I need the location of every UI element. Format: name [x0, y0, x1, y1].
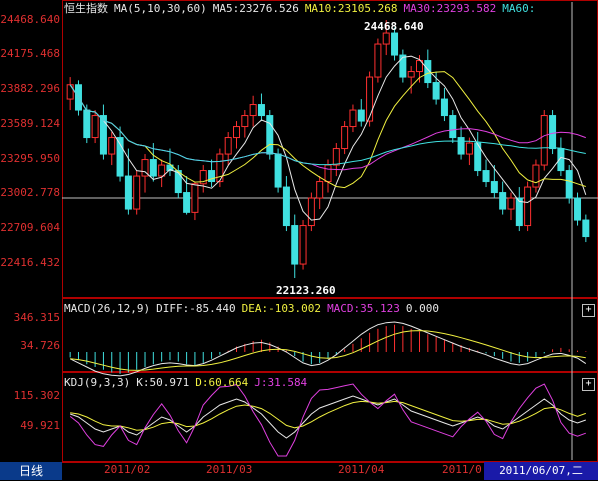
candle-body: [374, 43, 382, 78]
candle-body: [282, 186, 290, 227]
kdj-legend: KDJ(9,3,3) K:50.971 D:60.664 J:31.584: [64, 376, 313, 389]
candle-body: [524, 186, 532, 227]
candle-body: [274, 153, 282, 188]
candle-body: [582, 219, 590, 238]
date-tick-apr: 2011/04: [338, 463, 385, 476]
candle-body: [465, 142, 473, 155]
high-label: 24468.640: [364, 20, 424, 33]
candle-body: [124, 175, 132, 210]
kdj-k: K:50.971: [136, 376, 190, 389]
ma60-line: [69, 84, 586, 166]
macd-dea: DEA:-103.002: [241, 302, 322, 315]
kdj-y-tick-1: 115.302: [13, 389, 60, 402]
candle-body: [399, 54, 407, 78]
macd-zero: 0.000: [405, 302, 440, 315]
candle-body: [457, 137, 465, 155]
kdj-j-line: [69, 383, 586, 457]
y-tick-5: 23295.950: [0, 152, 60, 165]
candle-body: [574, 197, 582, 221]
ma30-value: MA30:23293.582: [403, 2, 497, 15]
macd-legend: MACD(26,12,9) DIFF:-85.440 DEA:-103.002 MAC…: [64, 302, 445, 315]
candle-body: [149, 159, 157, 177]
candle-body: [499, 192, 507, 210]
macd-y-tick-2: 34.726: [20, 339, 60, 352]
candle-body: [540, 115, 548, 166]
candle-body: [266, 115, 274, 155]
candle-body: [565, 170, 573, 199]
candle-body: [66, 84, 74, 100]
candle-body: [158, 164, 166, 177]
y-tick-8: 22416.432: [0, 256, 60, 269]
cursor-date-label: 2011/06/07,二: [484, 462, 598, 480]
macd-params: MACD(26,12,9): [64, 302, 151, 315]
kdj-expand-button[interactable]: +: [582, 378, 595, 391]
candle-body: [249, 104, 257, 117]
ma10-value: MA10:23105.268: [304, 2, 398, 15]
candle-body: [233, 126, 241, 139]
macd-dea-line: [70, 330, 586, 371]
candle-body: [449, 115, 457, 139]
candle-body: [257, 104, 265, 117]
ma5-line: [69, 55, 587, 221]
kdj-d: D:60.664: [195, 376, 249, 389]
kdj-params: KDJ(9,3,3): [64, 376, 131, 389]
candle-body: [191, 183, 199, 213]
macd-diff-line: [69, 321, 587, 377]
ma60-value: MA60:: [502, 2, 536, 15]
candle-body: [549, 115, 557, 150]
y-tick-1: 24468.640: [0, 13, 60, 26]
ma5-value: MA5:23276.526: [212, 2, 299, 15]
macd-expand-button[interactable]: +: [582, 304, 595, 317]
candle-body: [91, 115, 99, 139]
candle-body: [432, 82, 440, 100]
candle-body: [507, 197, 515, 210]
kdj-k-line: [70, 395, 586, 439]
candle-body: [341, 126, 349, 150]
candle-body: [241, 115, 249, 128]
candle-body: [490, 181, 498, 194]
date-tick-mar: 2011/03: [206, 463, 253, 476]
kdj-j: J:31.584: [254, 376, 308, 389]
candle-body: [299, 225, 307, 265]
macd-y-tick-1: 346.315: [13, 311, 60, 324]
kdj-y-tick-2: 49.921: [20, 419, 60, 432]
y-tick-2: 24175.468: [0, 47, 60, 60]
y-tick-6: 23002.778: [0, 186, 60, 199]
y-tick-7: 22709.604: [0, 221, 60, 234]
ma-params: MA(5,10,30,60): [114, 2, 207, 15]
candle-body: [108, 137, 116, 155]
candle-body: [324, 164, 332, 183]
candle-body: [332, 148, 340, 166]
candle-body: [391, 32, 399, 56]
candle-body: [307, 197, 315, 227]
candle-body: [407, 71, 415, 78]
index-title: 恒生指数: [64, 2, 108, 15]
candle-body: [482, 170, 490, 183]
candle-body: [291, 225, 299, 265]
candle-body: [174, 170, 182, 194]
candle-body: [357, 109, 365, 122]
candle-body: [349, 109, 357, 128]
candle-body: [83, 109, 91, 139]
y-tick-3: 23882.296: [0, 82, 60, 95]
date-tick-feb: 2011/02: [104, 463, 151, 476]
date-tick-may: 2011/0: [442, 463, 482, 476]
macd-value: MACD:35.123: [327, 302, 400, 315]
period-tab-daily[interactable]: 日线: [0, 462, 62, 480]
candle-body: [224, 137, 232, 155]
candle-body: [316, 181, 324, 199]
candle-body: [440, 98, 448, 117]
candle-body: [133, 175, 141, 210]
candle-body: [532, 164, 540, 188]
y-tick-4: 23589.124: [0, 117, 60, 130]
low-label: 22123.260: [276, 284, 336, 297]
chart-canvas: [62, 2, 598, 460]
main-legend: 恒生指数 MA(5,10,30,60) MA5:23276.526 MA10:2310…: [64, 2, 541, 15]
candle-body: [382, 32, 390, 45]
candle-body: [183, 192, 191, 213]
macd-diff: DIFF:-85.440: [156, 302, 236, 315]
candle-body: [366, 76, 374, 122]
